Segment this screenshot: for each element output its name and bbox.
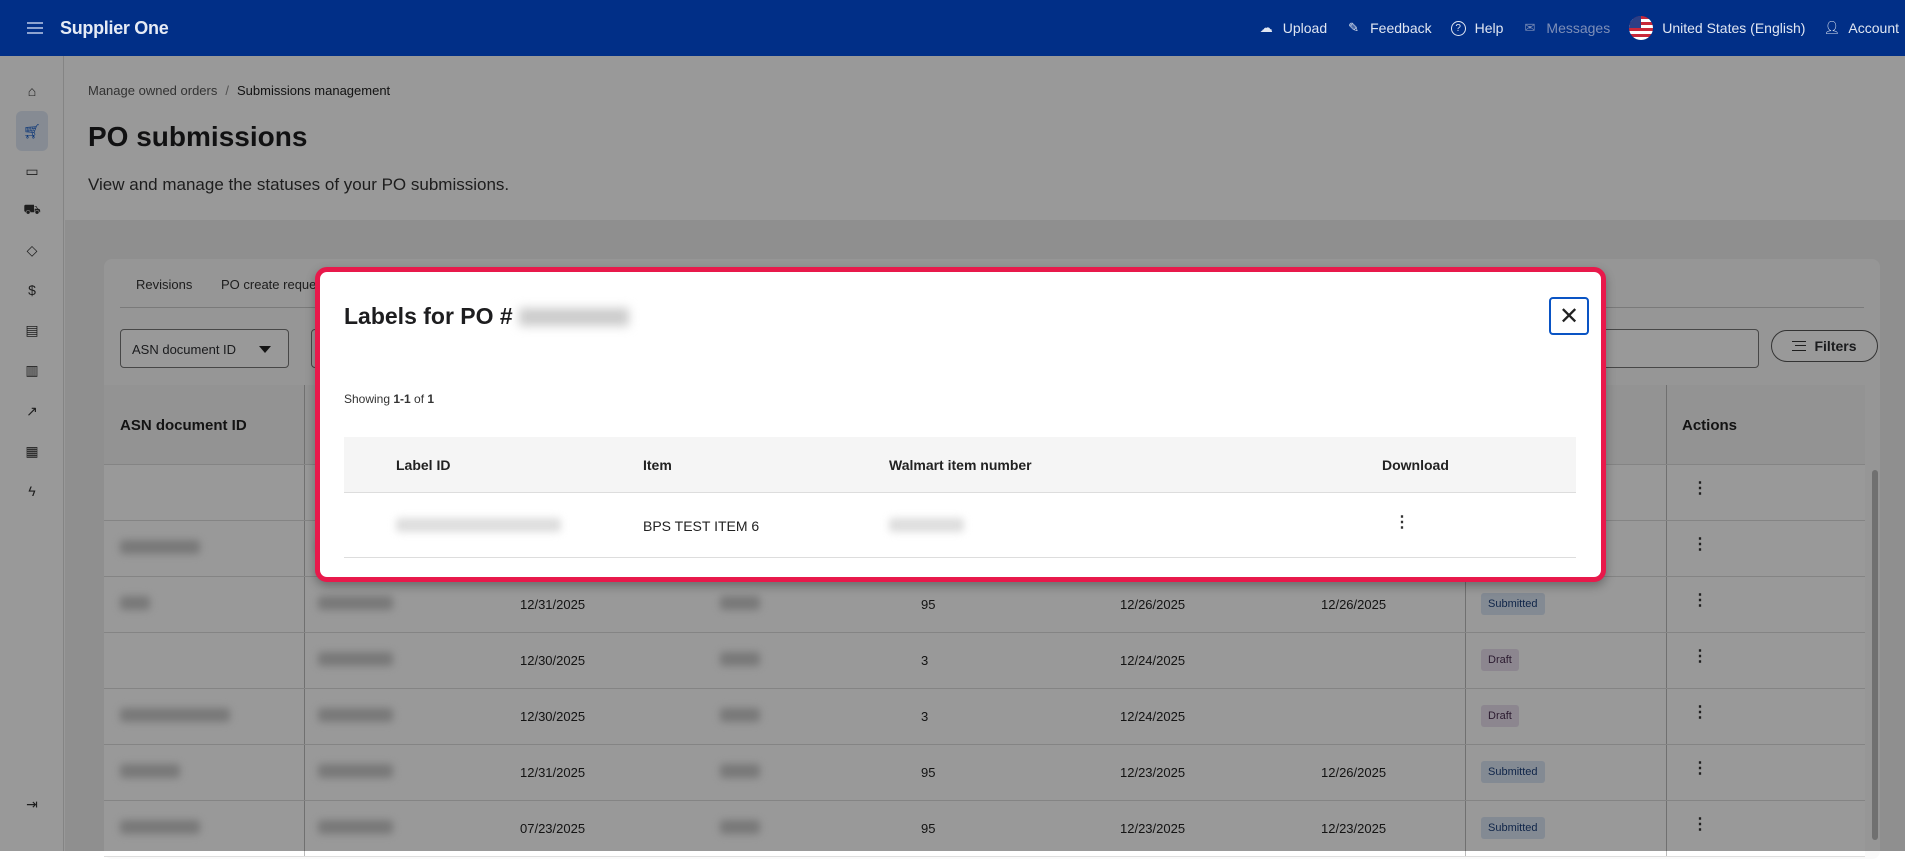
language-selector[interactable]: United States (English) xyxy=(1629,16,1805,40)
help-icon: ? xyxy=(1450,20,1466,36)
label-row: BPS TEST ITEM 6 ⋮ xyxy=(344,493,1576,558)
top-nav: ☁ Upload ✎ Feedback ? Help ✉ Messages United… xyxy=(1259,0,1905,56)
account-label: Account xyxy=(1848,20,1899,36)
feedback-button[interactable]: ✎ Feedback xyxy=(1346,20,1431,36)
close-icon: ✕ xyxy=(1558,302,1580,330)
close-button[interactable]: ✕ xyxy=(1549,297,1589,335)
redacted-label-id xyxy=(396,518,561,532)
brand-logo[interactable]: Supplier One xyxy=(60,18,169,39)
redacted-walmart-item-number xyxy=(889,518,964,532)
messages-button[interactable]: ✉ Messages xyxy=(1522,20,1610,36)
modal-title-text: Labels for PO # xyxy=(344,303,513,329)
showing-range: 1-1 xyxy=(393,392,411,406)
account-button[interactable]: 👤︎ Account xyxy=(1824,20,1899,36)
showing-total: 1 xyxy=(427,392,435,406)
item-name: BPS TEST ITEM 6 xyxy=(643,518,760,534)
feedback-icon: ✎ xyxy=(1348,20,1360,35)
language-label: United States (English) xyxy=(1662,20,1806,36)
hamburger-menu-icon[interactable] xyxy=(27,22,43,34)
showing-prefix: Showing xyxy=(344,392,394,406)
feedback-label: Feedback xyxy=(1370,20,1432,36)
redacted-po-number xyxy=(518,307,629,326)
download-menu-icon[interactable]: ⋮ xyxy=(1394,515,1410,531)
labels-modal: Labels for PO # ✕ Showing 1-1 of 1 Label… xyxy=(315,267,1606,582)
labels-table: Label ID Item Walmart item number Downlo… xyxy=(344,437,1576,558)
modal-title: Labels for PO # xyxy=(344,303,629,330)
header-walmart-item-number: Walmart item number xyxy=(889,457,1032,473)
mail-icon: ✉ xyxy=(1524,20,1536,35)
upload-button[interactable]: ☁ Upload xyxy=(1259,20,1327,36)
labels-table-header: Label ID Item Walmart item number Downlo… xyxy=(344,437,1576,493)
help-label: Help xyxy=(1474,20,1504,36)
header-download: Download xyxy=(1382,457,1449,473)
header-item: Item xyxy=(643,457,672,473)
results-count: Showing 1-1 of 1 xyxy=(344,392,434,406)
messages-label: Messages xyxy=(1546,20,1611,36)
top-bar: Supplier One ☁ Upload ✎ Feedback ? Help ✉ Me… xyxy=(0,0,1905,56)
cloud-upload-icon: ☁ xyxy=(1259,20,1273,35)
help-button[interactable]: ? Help xyxy=(1450,20,1504,36)
user-icon: 👤︎ xyxy=(1823,20,1841,35)
upload-label: Upload xyxy=(1282,20,1328,36)
header-label-id: Label ID xyxy=(396,457,451,473)
us-flag-icon xyxy=(1629,16,1654,40)
showing-of: of xyxy=(410,392,428,406)
